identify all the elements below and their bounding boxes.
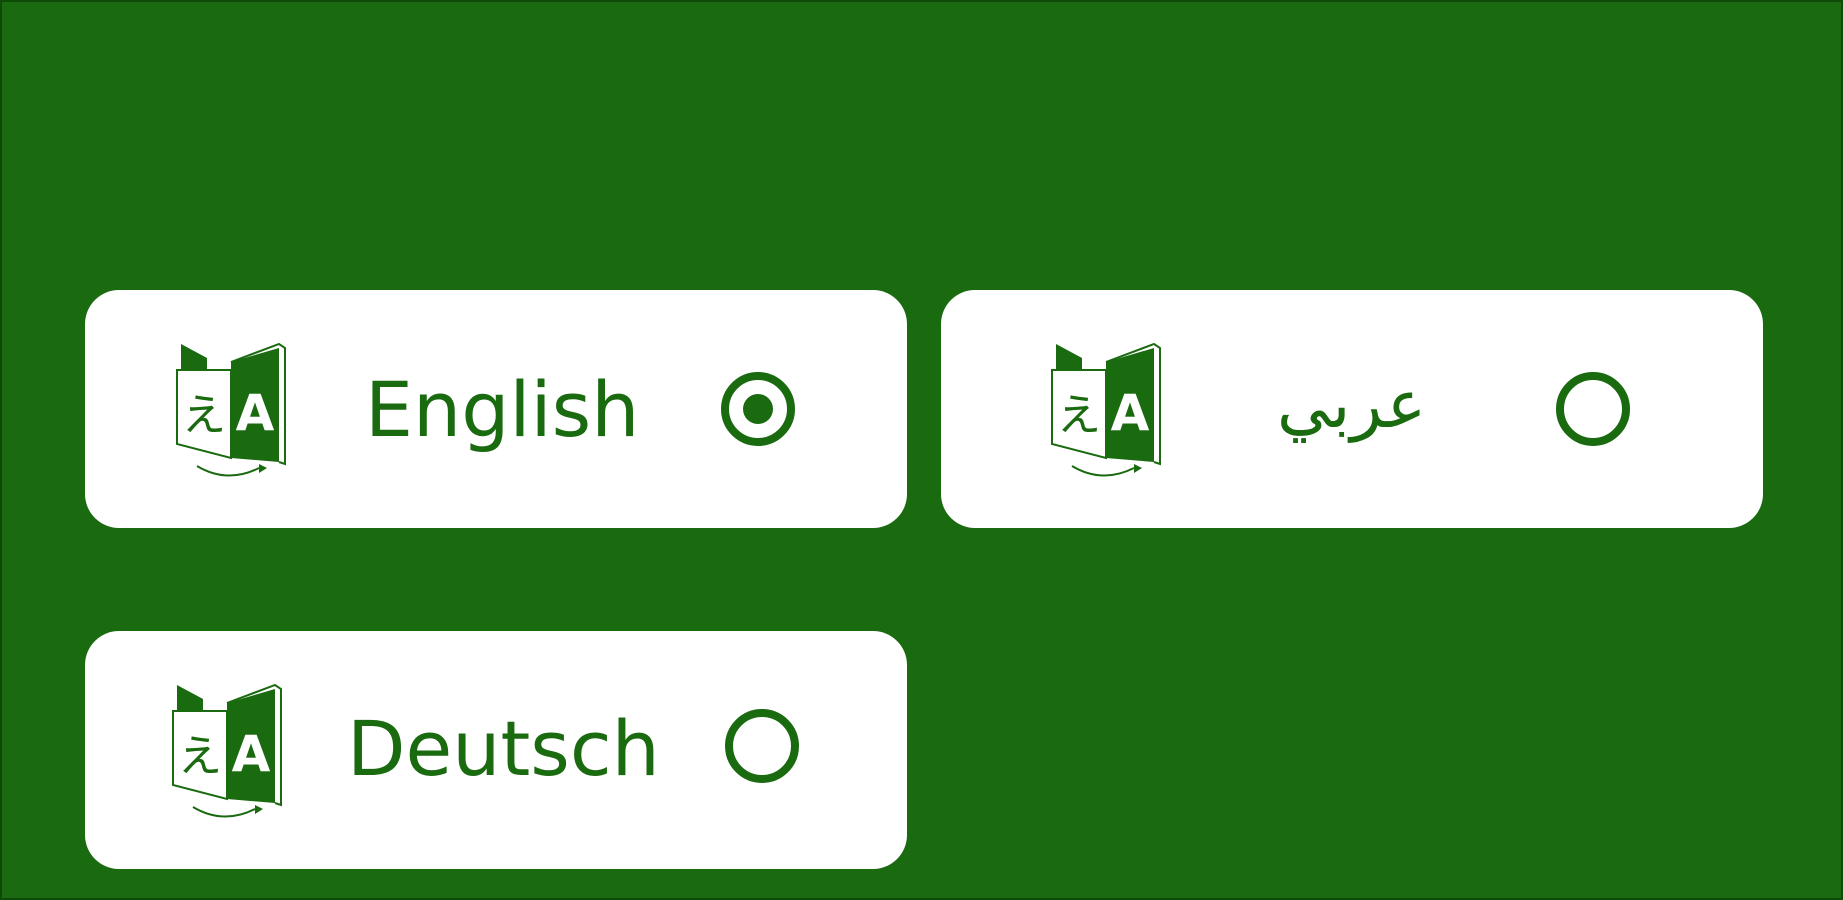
svg-text:A: A: [232, 725, 271, 783]
svg-text:え: え: [182, 390, 226, 441]
svg-text:え: え: [178, 731, 222, 782]
svg-text:A: A: [236, 384, 275, 442]
language-label-english: English: [365, 365, 640, 454]
language-option-english[interactable]: え A English: [85, 290, 907, 528]
language-label-deutsch: Deutsch: [347, 704, 660, 793]
radio-deutsch[interactable]: [725, 709, 799, 783]
translate-icon: え A: [167, 340, 297, 480]
language-option-arabic[interactable]: え A عربي: [941, 290, 1763, 528]
translate-icon: え A: [1042, 340, 1172, 480]
language-selection-screen: え A English え A عربي え A Deutsch: [0, 0, 1843, 900]
language-label-arabic: عربي: [1277, 366, 1427, 443]
radio-arabic[interactable]: [1556, 372, 1630, 446]
radio-selected-dot: [743, 394, 773, 424]
radio-english-selected[interactable]: [721, 372, 795, 446]
svg-text:え: え: [1057, 390, 1101, 441]
svg-text:A: A: [1111, 384, 1150, 442]
language-option-deutsch[interactable]: え A Deutsch: [85, 631, 907, 869]
translate-icon: え A: [163, 681, 293, 821]
